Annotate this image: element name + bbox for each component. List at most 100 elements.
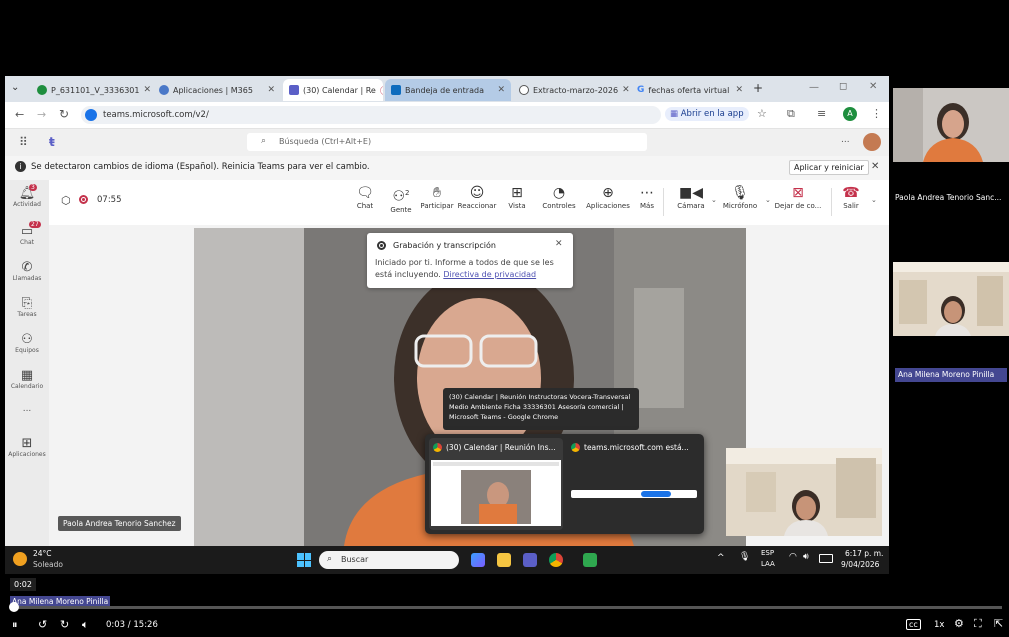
apply-restart-button[interactable]: Aplicar y reiniciar bbox=[789, 160, 869, 175]
restore-icon[interactable]: ◻ bbox=[839, 81, 847, 92]
participant-2-image bbox=[893, 262, 1009, 336]
apps-control[interactable]: ⊕ Aplicaciones bbox=[585, 184, 631, 210]
rail-item-calendario[interactable]: ▦ Calendario bbox=[5, 368, 49, 390]
teams-left-rail: 🔔︎ 3 Actividad ▭ 27 Chat ✆ Llamadas ⎘ Ta… bbox=[5, 180, 49, 546]
pause-icon[interactable]: ⏸︎ bbox=[12, 618, 18, 632]
more-control[interactable]: ⋯ Más bbox=[627, 184, 667, 210]
settings-gear-icon[interactable]: ⚙ bbox=[954, 617, 964, 630]
tab-close-icon[interactable]: ✕ bbox=[267, 85, 275, 95]
app-launcher-icon[interactable]: ⠿ bbox=[19, 135, 28, 149]
teams-more-icon[interactable]: ... bbox=[841, 135, 850, 145]
site-info-icon[interactable] bbox=[85, 109, 97, 121]
playback-speed[interactable]: 1x bbox=[934, 620, 944, 630]
tray-mic-icon[interactable]: 🎙︎ bbox=[739, 552, 750, 562]
record-icon bbox=[377, 241, 386, 250]
preview-window-1[interactable]: (30) Calendar | Reunión Ins... bbox=[429, 438, 563, 530]
wifi-icon[interactable]: ◠ bbox=[789, 552, 797, 562]
browser-tab-5[interactable]: Extracto-marzo-2026 ✕ bbox=[513, 79, 629, 101]
tab-close-icon[interactable]: ✕ bbox=[497, 85, 505, 95]
raise-hand-control[interactable]: ✋︎ Participar bbox=[417, 184, 457, 210]
bookmark-star-icon[interactable]: ☆ bbox=[757, 107, 767, 120]
file-explorer-icon[interactable] bbox=[497, 553, 511, 567]
meeting-control-bar: ⬡ 07:55 🗨︎ Chat ⚇2 Gente ✋︎ Participar ☺ Rea… bbox=[49, 180, 889, 226]
preview-share-bar bbox=[571, 490, 697, 498]
rail-label: Chat bbox=[19, 239, 35, 246]
omnibox[interactable]: teams.microsoft.com/v2/ bbox=[81, 106, 661, 124]
windows-start-icon[interactable] bbox=[297, 553, 311, 567]
stop-sharing-control[interactable]: ⊠ Dejar de co... bbox=[771, 184, 825, 210]
controls-control[interactable]: ◔ Controles bbox=[539, 184, 579, 210]
more-icon: ... bbox=[22, 404, 32, 414]
browser-tab-2[interactable]: Aplicaciones | M365 ✕ bbox=[153, 79, 281, 101]
camera-control[interactable]: ■◀︎ Cámara bbox=[669, 184, 713, 210]
view-control[interactable]: ⊞ Vista bbox=[497, 184, 537, 210]
chevron-down-icon[interactable]: ⌄ bbox=[871, 196, 877, 204]
captions-icon[interactable]: cc bbox=[906, 619, 921, 630]
stop-share-icon: ⊠ bbox=[792, 185, 804, 201]
browser-tab-4[interactable]: Bandeja de entrada ✕ bbox=[385, 79, 511, 101]
rail-item-aplicaciones[interactable]: ⊞ Aplicaciones bbox=[5, 436, 49, 458]
tab-list-icon[interactable]: ≡ bbox=[817, 107, 826, 120]
tab-close-icon[interactable]: ✕ bbox=[735, 85, 743, 95]
rail-item-equipos[interactable]: ⚇ Equipos bbox=[5, 332, 49, 354]
recording-notification: Grabación y transcripción ✕ Iniciado por… bbox=[367, 233, 573, 288]
extensions-icon[interactable]: ⧉ bbox=[787, 107, 795, 121]
rail-item-chat[interactable]: ▭ 27 Chat bbox=[5, 221, 49, 246]
teams-search-input[interactable]: ⌕ Búsqueda (Ctrl+Alt+E) bbox=[247, 133, 647, 151]
browser-tab-1[interactable]: P_631101_V_3336301 ✕ bbox=[31, 79, 151, 101]
weather-icon[interactable] bbox=[13, 552, 27, 566]
user-avatar[interactable] bbox=[863, 133, 881, 151]
react-control[interactable]: ☺ Reaccionar bbox=[457, 184, 497, 210]
language-primary[interactable]: ESP bbox=[761, 549, 774, 557]
rail-item-more[interactable]: ... bbox=[5, 404, 49, 414]
taskbar-search[interactable]: ⌕ Buscar bbox=[319, 551, 459, 569]
tab-label: P_631101_V_3336301 bbox=[51, 85, 140, 95]
copilot-icon[interactable] bbox=[471, 553, 485, 567]
volume-icon[interactable]: 🔈︎ bbox=[82, 618, 89, 632]
clock-time[interactable]: 6:17 p. m. bbox=[845, 549, 883, 558]
preview-window-2[interactable]: teams.microsoft.com está... bbox=[567, 438, 701, 530]
people-control[interactable]: ⚇2 Gente bbox=[381, 184, 421, 214]
chat-control[interactable]: 🗨︎ Chat bbox=[345, 184, 385, 210]
forward-icon[interactable]: → bbox=[37, 108, 46, 121]
new-tab-button[interactable]: + bbox=[753, 81, 763, 95]
chrome-taskbar-icon[interactable] bbox=[549, 553, 563, 567]
browser-menu-icon[interactable]: ⋮ bbox=[871, 107, 882, 120]
tab-close-icon[interactable]: ✕ bbox=[143, 85, 151, 95]
video-progress-thumb[interactable] bbox=[9, 602, 19, 612]
teams-app-icon[interactable] bbox=[523, 553, 537, 567]
leave-button[interactable]: ☎︎ Salir bbox=[833, 184, 869, 210]
battery-icon[interactable] bbox=[819, 554, 833, 563]
video-player-controls: ⏸︎ ↺ ↻ 🔈︎ 0:03 / 15:26 cc 1x ⚙ ⛶ ⇱ bbox=[0, 614, 1009, 637]
privacy-link[interactable]: Directiva de privacidad bbox=[443, 270, 536, 279]
mic-control[interactable]: 🎙︎ Micrófono bbox=[715, 184, 765, 210]
reload-icon[interactable]: ↻ bbox=[59, 107, 69, 121]
back-icon[interactable]: ← bbox=[15, 108, 24, 121]
minimize-icon[interactable]: — bbox=[809, 82, 819, 93]
profile-avatar[interactable]: A bbox=[843, 107, 857, 121]
rail-item-actividad[interactable]: 🔔︎ 3 Actividad bbox=[5, 184, 49, 208]
tab-search-icon[interactable]: ⌄ bbox=[11, 82, 25, 96]
app-taskbar-icon[interactable] bbox=[583, 553, 597, 567]
rail-label: Llamadas bbox=[12, 275, 42, 282]
tasks-icon: ⎘ bbox=[21, 296, 33, 311]
video-progress-track[interactable] bbox=[9, 602, 1002, 612]
popup-close-icon[interactable]: ✕ bbox=[555, 239, 563, 249]
chevron-down-icon[interactable]: ⌄ bbox=[765, 196, 771, 204]
rewind-icon[interactable]: ↺ bbox=[38, 618, 47, 631]
tray-chevron-icon[interactable]: ^ bbox=[717, 553, 725, 563]
rail-item-tareas[interactable]: ⎘ Tareas bbox=[5, 296, 49, 318]
browser-tab-3-active[interactable]: (30) Calendar | Re ⦿ ✕ bbox=[283, 79, 383, 101]
rail-item-llamadas[interactable]: ✆ Llamadas bbox=[5, 260, 49, 282]
taskbar-preview-popup: (30) Calendar | Reunión Ins... teams.mic… bbox=[425, 434, 704, 534]
volume-icon[interactable]: 🔊︎ bbox=[803, 552, 809, 562]
tab-close-icon[interactable]: ✕ bbox=[622, 85, 629, 95]
open-in-app-button[interactable]: ▦ Abrir en la app bbox=[665, 107, 749, 121]
notice-close-icon[interactable]: ✕ bbox=[871, 161, 879, 172]
shield-icon[interactable]: ⬡ bbox=[61, 194, 71, 207]
browser-tab-6[interactable]: G fechas oferta virtual ✕ bbox=[631, 79, 749, 101]
fullscreen-icon[interactable]: ⛶ bbox=[974, 617, 982, 631]
popout-icon[interactable]: ⇱ bbox=[994, 617, 1003, 630]
window-close-icon[interactable]: ✕ bbox=[869, 81, 877, 92]
forward-icon[interactable]: ↻ bbox=[60, 618, 69, 631]
